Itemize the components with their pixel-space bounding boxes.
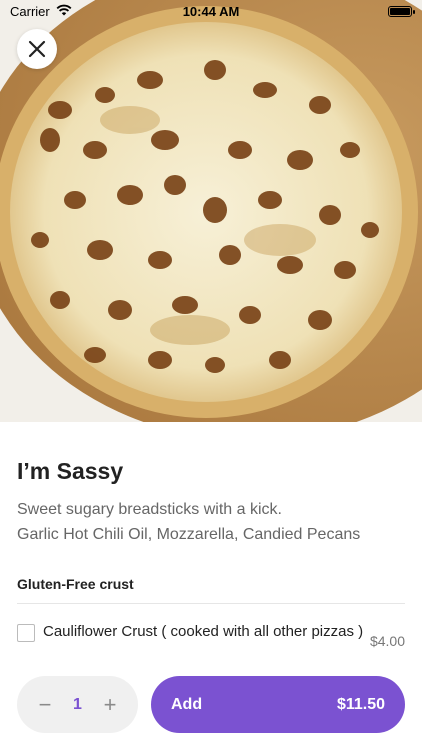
item-description: Sweet sugary breadsticks with a kick. Ga… — [17, 497, 405, 547]
status-bar: Carrier 10:44 AM — [0, 0, 422, 22]
pizza-illustration — [0, 0, 422, 422]
item-description-line: Sweet sugary breadsticks with a kick. — [17, 501, 282, 518]
item-details: I’m Sassy Sweet sugary breadsticks with … — [0, 422, 422, 649]
quantity-stepper: − 1 + — [17, 676, 138, 733]
options-section-title: Gluten-Free crust — [17, 576, 134, 592]
battery-fill — [390, 7, 410, 15]
item-ingredients-line: Garlic Hot Chili Oil, Mozzarella, Candie… — [17, 526, 361, 543]
increment-button[interactable]: + — [100, 692, 120, 718]
carrier-label: Carrier — [10, 3, 50, 19]
close-icon — [28, 40, 46, 58]
option-checkbox[interactable] — [17, 624, 35, 642]
bottom-bar: − 1 + Add $11.50 — [0, 663, 422, 750]
item-photo — [0, 0, 422, 422]
decrement-button[interactable]: − — [35, 692, 55, 718]
wifi-icon — [56, 4, 72, 19]
item-title: I’m Sassy — [17, 458, 124, 484]
close-button[interactable] — [17, 29, 57, 69]
add-to-cart-button[interactable]: Add $11.50 — [151, 676, 405, 733]
option-price: $4.00 — [369, 633, 405, 649]
battery-icon — [388, 5, 415, 17]
add-label: Add — [171, 695, 203, 713]
total-price: $11.50 — [336, 695, 385, 713]
divider — [17, 603, 405, 604]
status-left: Carrier — [10, 4, 72, 19]
quantity-value: 1 — [73, 695, 82, 713]
option-label: Cauliflower Crust ( cooked with all othe… — [43, 623, 364, 640]
option-row-cauliflower[interactable]: Cauliflower Crust ( cooked with all othe… — [17, 622, 405, 649]
